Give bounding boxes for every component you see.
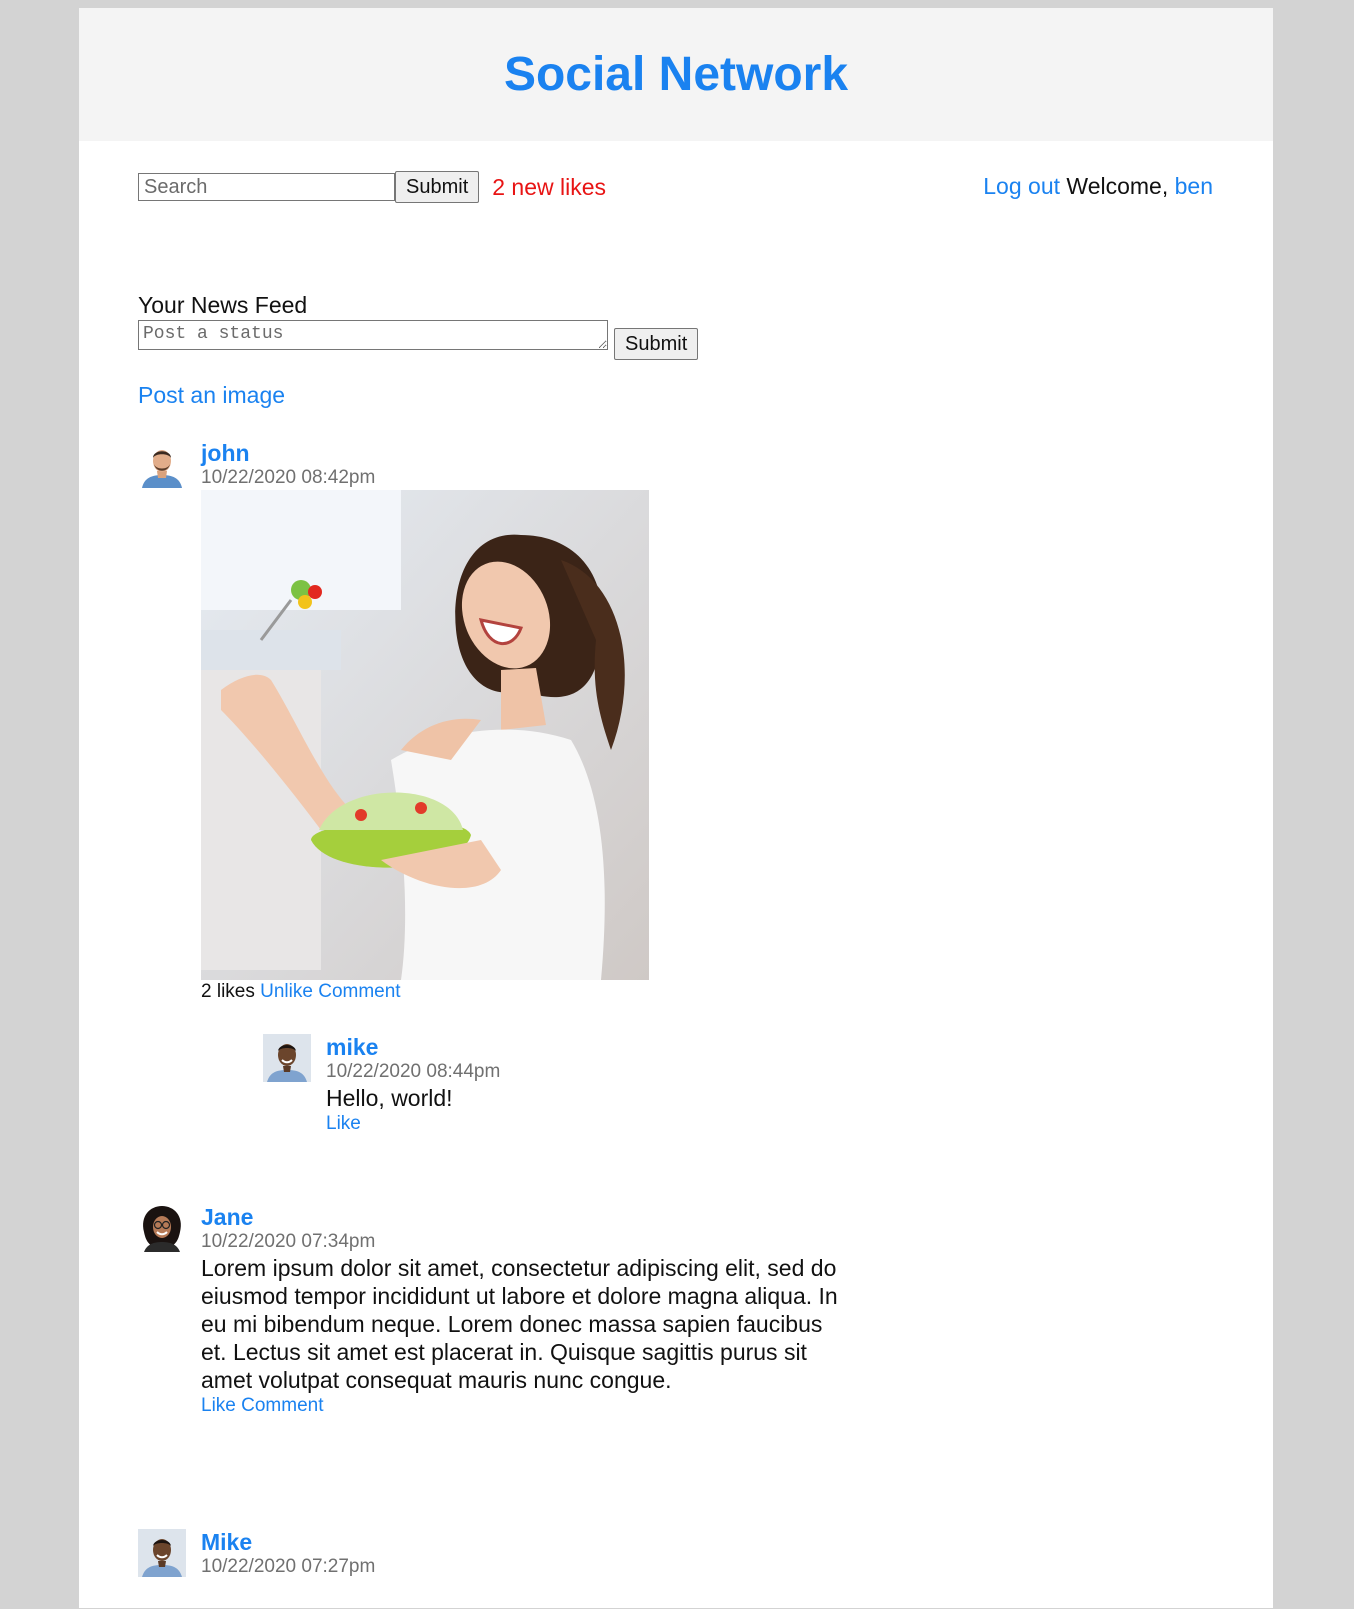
- logout-link[interactable]: Log out: [983, 173, 1060, 199]
- comment-actions: Like: [326, 1112, 626, 1136]
- status-submit-button[interactable]: Submit: [614, 328, 699, 360]
- avatar-john[interactable]: [138, 440, 186, 488]
- post-timestamp: 10/22/2020 07:34pm: [201, 1231, 376, 1252]
- comment-timestamp: 10/22/2020 08:44pm: [326, 1061, 501, 1082]
- avatar-jane[interactable]: [138, 1204, 186, 1252]
- post-image[interactable]: [201, 490, 649, 980]
- post-image-link[interactable]: Post an image: [138, 382, 285, 409]
- news-feed-heading: Your News Feed: [138, 292, 308, 318]
- post-author[interactable]: Jane: [201, 1204, 841, 1230]
- post-timestamp: 10/22/2020 07:27pm: [201, 1556, 376, 1577]
- post-body: Jane 10/22/2020 07:34pm Lorem ipsum dolo…: [201, 1204, 841, 1418]
- post-author[interactable]: Mike: [201, 1529, 375, 1555]
- comment-mike: mike 10/22/2020 08:44pm Hello, world! Li…: [263, 1034, 663, 1144]
- comment-body: mike 10/22/2020 08:44pm Hello, world! Li…: [326, 1034, 626, 1136]
- like-link[interactable]: Like: [201, 1395, 236, 1416]
- comment-link[interactable]: Comment: [241, 1395, 323, 1416]
- status-form: Submit: [138, 320, 699, 360]
- post-jane: Jane 10/22/2020 07:34pm Lorem ipsum dolo…: [138, 1204, 858, 1464]
- avatar-mike[interactable]: [263, 1034, 311, 1082]
- post-author[interactable]: john: [201, 440, 649, 466]
- post-mike: Mike 10/22/2020 07:27pm: [138, 1529, 858, 1609]
- site-header: Social Network: [79, 8, 1273, 141]
- search-submit-button[interactable]: Submit: [395, 171, 480, 203]
- post-timestamp: 10/22/2020 08:42pm: [201, 467, 376, 488]
- search-input[interactable]: [138, 173, 395, 201]
- avatar-mike[interactable]: [138, 1529, 186, 1577]
- topbar: Submit 2 new likes Log out Welcome, ben: [138, 171, 1213, 203]
- site-title[interactable]: Social Network: [504, 47, 848, 102]
- post-actions: Like Comment: [201, 1394, 841, 1418]
- comment-text: Hello, world!: [326, 1085, 453, 1111]
- comment-like-link[interactable]: Like: [326, 1113, 361, 1134]
- comment-author[interactable]: mike: [326, 1034, 626, 1060]
- post-actions: 2 likes Unlike Comment: [201, 980, 649, 1004]
- new-likes-notification[interactable]: 2 new likes: [492, 174, 606, 201]
- post-body: Mike 10/22/2020 07:27pm: [201, 1529, 375, 1579]
- search-form: Submit 2 new likes: [138, 171, 606, 203]
- post-john: john 10/22/2020 08:42pm 2 likes Unlike C…: [138, 440, 838, 1160]
- post-body: john 10/22/2020 08:42pm 2 likes Unlike C…: [201, 440, 649, 1004]
- likes-count: 2 likes: [201, 981, 255, 1002]
- unlike-link[interactable]: Unlike: [260, 981, 313, 1002]
- status-input[interactable]: [138, 320, 608, 350]
- welcome-text: Welcome,: [1066, 173, 1169, 199]
- comment-link[interactable]: Comment: [318, 981, 400, 1002]
- page: Social Network Submit 2 new likes Log ou…: [79, 8, 1273, 1608]
- user-area: Log out Welcome, ben: [983, 173, 1213, 200]
- post-text: Lorem ipsum dolor sit amet, consectetur …: [201, 1255, 838, 1393]
- username-link[interactable]: ben: [1175, 173, 1213, 199]
